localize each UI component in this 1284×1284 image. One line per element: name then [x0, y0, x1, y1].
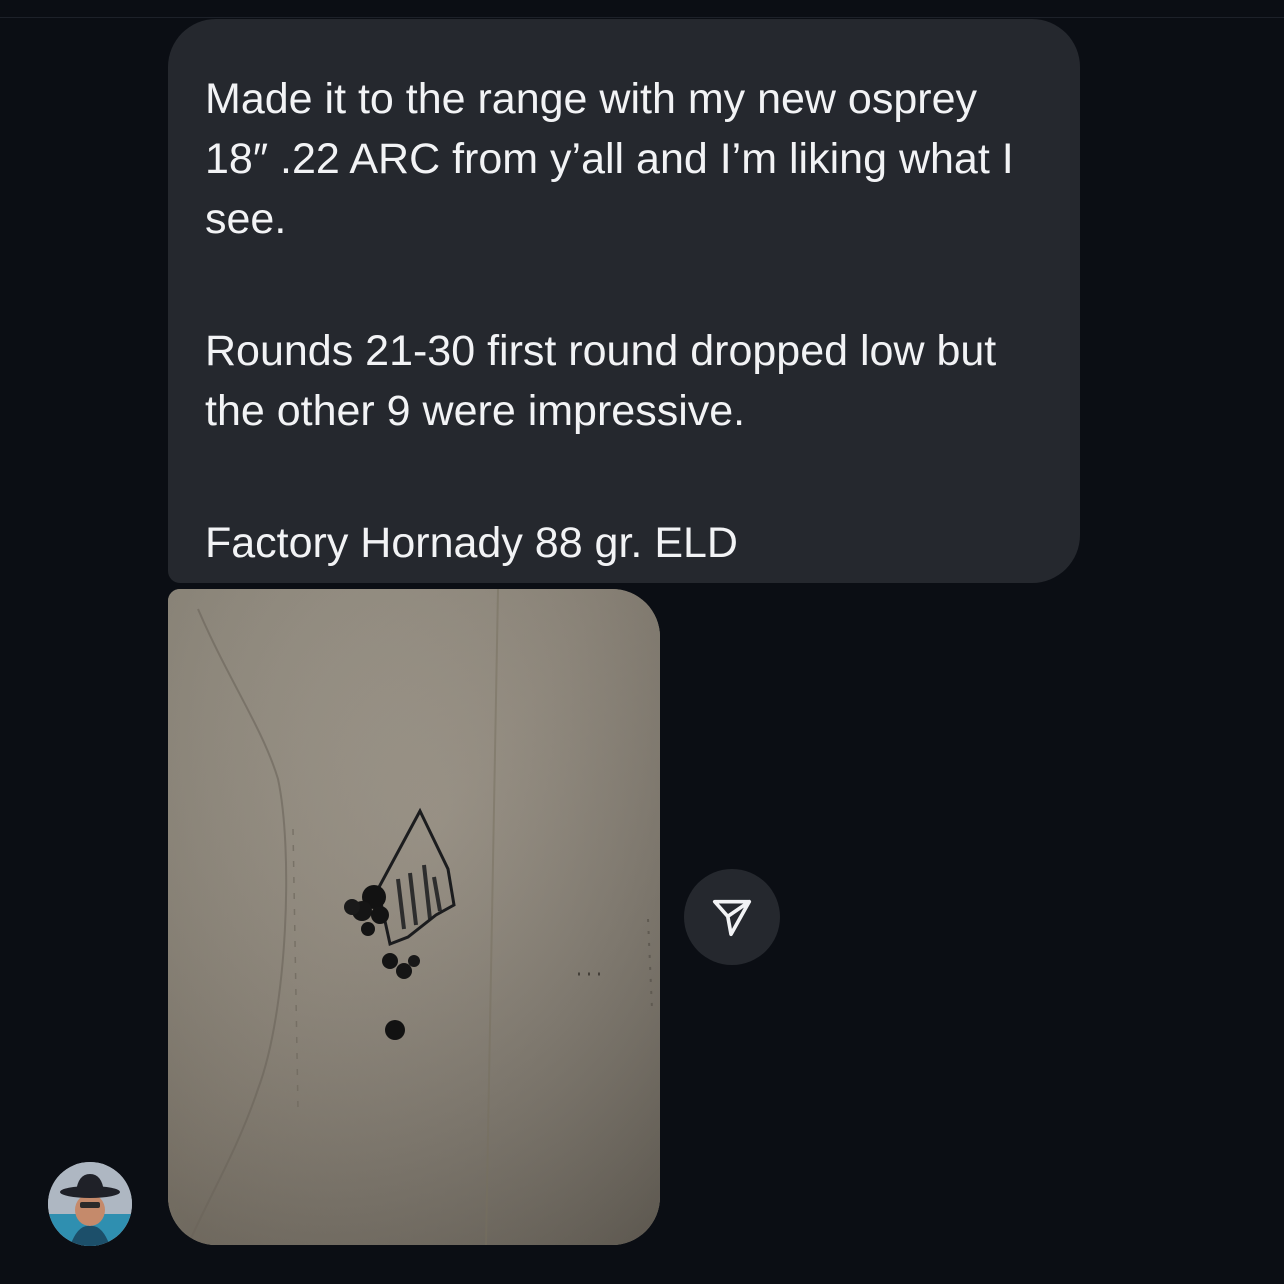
message-bubble[interactable]: Made it to the range with my new osprey … — [168, 19, 1080, 583]
dm-thread: Made it to the range with my new osprey … — [0, 0, 1284, 1284]
target-photo-image — [168, 589, 660, 1245]
message-paragraph-3: Factory Hornady 88 gr. ELD — [205, 519, 738, 567]
sender-avatar[interactable] — [48, 1162, 132, 1246]
message-paragraph-1: Made it to the range with my new osprey … — [205, 75, 1026, 243]
target-photo-attachment[interactable] — [168, 589, 660, 1245]
header-divider — [0, 17, 1284, 18]
share-button[interactable] — [684, 869, 780, 965]
message-paragraph-2: Rounds 21-30 first round dropped low but… — [205, 327, 1009, 435]
profile-photo-icon — [48, 1162, 132, 1246]
send-arrow-icon — [712, 899, 752, 937]
